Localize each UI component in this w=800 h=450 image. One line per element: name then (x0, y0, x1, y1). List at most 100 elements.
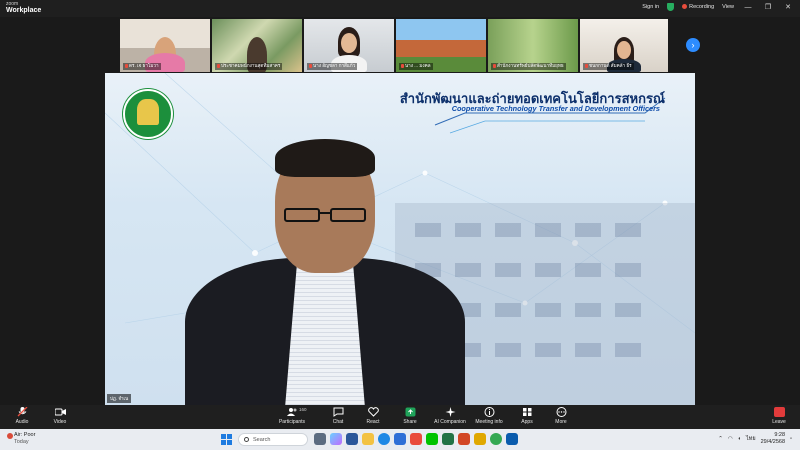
pinned-apps (314, 433, 518, 445)
speaker-shirt (285, 263, 365, 405)
excel-icon[interactable] (442, 433, 454, 445)
speaker-name-tag: ปฏ. จำเน (107, 394, 132, 403)
participants-count: 160 (299, 407, 307, 412)
muted-mic-icon (401, 63, 404, 68)
participant-tile[interactable]: นาง อัญชลา กาสีแก้ว (304, 19, 394, 72)
ai-companion-label: AI Companion (434, 419, 466, 425)
heart-icon (367, 407, 379, 417)
participant-tile[interactable]: ชนกกานต์ สัมคล้า ธีร (580, 19, 668, 72)
search-icon (244, 437, 249, 442)
clock[interactable]: 9:28 29/4/2568 (761, 432, 785, 445)
muted-mic-icon (493, 63, 496, 68)
notification-bell-icon[interactable]: ▫ (790, 436, 792, 442)
muted-mic-icon (125, 63, 128, 68)
language-indicator[interactable]: ไทย (746, 435, 756, 443)
encryption-shield-icon[interactable] (667, 3, 675, 11)
edge-icon[interactable] (378, 433, 390, 445)
zoom-app-icon[interactable] (394, 433, 406, 445)
task-view-icon[interactable] (314, 433, 326, 445)
powerpoint-icon[interactable] (458, 433, 470, 445)
participants-label: Participants (278, 419, 306, 425)
apps-button[interactable]: Apps (511, 407, 543, 425)
wifi-icon[interactable]: ◠ (728, 436, 733, 442)
speaker-icon[interactable]: ◖ (738, 436, 741, 442)
record-dot-icon (682, 4, 688, 10)
sign-in-link[interactable]: Sign in (642, 4, 659, 10)
brand-workplace: Workplace (6, 7, 42, 14)
react-button[interactable]: React (357, 407, 389, 425)
ai-companion-button[interactable]: AI Companion (430, 407, 470, 425)
apps-icon (522, 408, 531, 416)
restore-button[interactable]: ❐ (762, 3, 774, 11)
organization-name-english: Cooperative Technology Transfer and Deve… (451, 104, 660, 113)
participants-button[interactable]: Participants 160 (276, 407, 308, 425)
audio-label: Audio (15, 419, 29, 425)
more-button[interactable]: More (545, 407, 577, 425)
participant-name: ดร. เจ ธาโมวา (123, 63, 161, 70)
leave-icon (773, 407, 785, 417)
info-icon (484, 407, 494, 417)
search-placeholder: Search (253, 437, 271, 443)
meeting-info-label: Meeting info (475, 419, 503, 425)
muted-mic-icon (217, 63, 220, 68)
leave-button[interactable]: Leave (763, 407, 795, 425)
file-explorer-icon[interactable] (362, 433, 374, 445)
chat-label: Chat (332, 419, 344, 425)
participant-tile[interactable]: นาง ... มงคล (396, 19, 486, 72)
close-window-button[interactable]: ✕ (782, 3, 794, 11)
more-label: More (555, 419, 567, 425)
chevron-up-icon[interactable]: ⌃ (718, 436, 723, 442)
weather-widget[interactable]: Air: Poor Today (7, 432, 35, 445)
participant-name: สำนักงานทรัพย์ปลัดพัฒนาทีมยุทธ (491, 63, 566, 70)
chat-icon (333, 407, 343, 417)
leave-label: Leave (772, 419, 786, 425)
participant-video (341, 33, 357, 53)
participant-name: นาง อัญชลา กาสีแก้ว (307, 63, 358, 70)
windows-start-icon[interactable] (221, 434, 232, 445)
more-dots-icon (556, 407, 566, 417)
participant-name: ประชาคมพนักงานสุดทีมสาคร (215, 63, 283, 70)
organization-logo (123, 89, 173, 139)
line-icon[interactable] (426, 433, 438, 445)
app-icon-red[interactable] (410, 433, 422, 445)
participant-name: ชนกกานต์ สัมคล้า ธีร (583, 63, 634, 70)
chrome-icon[interactable] (490, 433, 502, 445)
participant-tile[interactable]: ประชาคมพนักงานสุดทีมสาคร (212, 19, 302, 72)
copilot-icon[interactable] (330, 433, 342, 445)
system-tray: ⌃ ◠ ◖ ไทย 9:28 29/4/2568 ▫ (718, 432, 792, 445)
muted-mic-icon (309, 63, 312, 68)
participant-tile[interactable]: ดร. เจ ธาโมวา (120, 19, 210, 72)
next-page-button[interactable]: › (686, 38, 700, 52)
recording-label: Recording (689, 4, 715, 10)
meeting-info-button[interactable]: Meeting info (473, 407, 505, 425)
chat-button[interactable]: Chat (322, 407, 354, 425)
app-icon-blue[interactable] (506, 433, 518, 445)
windows-taskbar: Air: Poor Today Search ⌃ ◠ ◖ ไทย 9:28 29… (0, 429, 800, 450)
view-menu-button[interactable]: View (722, 4, 734, 10)
clock-time: 9:28 (774, 432, 786, 438)
react-label: React (366, 419, 380, 425)
speaker-hair (275, 139, 375, 177)
minimize-button[interactable]: — (742, 4, 754, 11)
app-icon-yellow[interactable] (474, 433, 486, 445)
recording-indicator[interactable]: Recording (682, 4, 714, 10)
participant-tile[interactable]: สำนักงานทรัพย์ปลัดพัฒนาทีมยุทธ (488, 19, 578, 72)
camera-icon (54, 408, 66, 416)
mic-muted-icon (17, 407, 27, 417)
air-quality-icon (7, 433, 13, 439)
taskbar-search[interactable]: Search (238, 433, 308, 446)
share-button[interactable]: Share (394, 407, 426, 425)
muted-mic-icon (585, 63, 588, 68)
word-icon[interactable] (346, 433, 358, 445)
share-label: Share (403, 419, 417, 425)
apps-label: Apps (521, 419, 533, 425)
title-bar: zoom Workplace Sign in Recording View — … (0, 0, 800, 17)
clock-date: 29/4/2568 (760, 438, 786, 445)
participant-video (617, 41, 631, 59)
active-speaker-video[interactable]: สำนักพัฒนาและถ่ายทอดเทคโนโลยีการสหกรณ์ C… (105, 73, 695, 405)
audio-button[interactable]: Audio (6, 407, 38, 425)
zoom-logo: zoom Workplace (6, 2, 42, 15)
video-button[interactable]: Video (44, 407, 76, 425)
share-screen-icon (405, 407, 415, 417)
sparkle-icon (445, 407, 455, 417)
